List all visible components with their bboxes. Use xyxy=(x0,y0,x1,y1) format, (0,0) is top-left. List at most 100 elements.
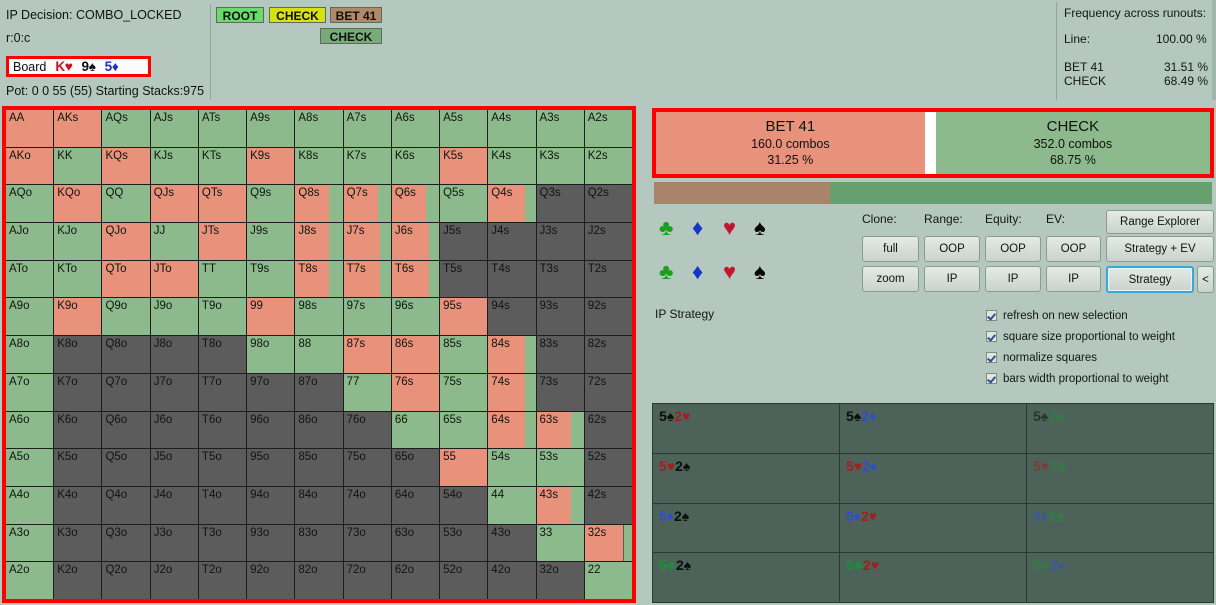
matrix-cell-A3o[interactable]: A3o xyxy=(6,524,54,562)
matrix-cell-T6s[interactable]: T6s xyxy=(391,260,440,298)
matrix-cell-K8o[interactable]: K8o xyxy=(54,336,102,373)
matrix-cell-75s[interactable]: 75s xyxy=(440,373,488,411)
matrix-cell-K6o[interactable]: K6o xyxy=(54,411,102,449)
matrix-cell-88[interactable]: 88 xyxy=(295,336,343,373)
matrix-cell-QTs[interactable]: QTs xyxy=(198,185,247,223)
matrix-cell-63o[interactable]: 63o xyxy=(391,524,440,562)
tree-node-bet-41[interactable]: BET 41 xyxy=(330,7,382,23)
matrix-cell-A8o[interactable]: A8o xyxy=(6,336,54,373)
matrix-cell-Q8o[interactable]: Q8o xyxy=(102,336,150,373)
matrix-cell-J3s[interactable]: J3s xyxy=(536,223,584,260)
matrix-cell-65o[interactable]: 65o xyxy=(391,449,440,486)
matrix-cell-T9s[interactable]: T9s xyxy=(247,260,295,298)
matrix-cell-T5s[interactable]: T5s xyxy=(440,260,488,298)
matrix-cell-QQ[interactable]: QQ xyxy=(102,185,150,223)
matrix-cell-72o[interactable]: 72o xyxy=(343,562,391,599)
matrix-cell-53s[interactable]: 53s xyxy=(536,449,584,486)
matrix-cell-K9o[interactable]: K9o xyxy=(54,298,102,336)
matrix-cell-KJo[interactable]: KJo xyxy=(54,223,102,260)
matrix-cell-95s[interactable]: 95s xyxy=(440,298,488,336)
matrix-cell-84o[interactable]: 84o xyxy=(295,486,343,524)
spade-icon-2[interactable]: ♠ xyxy=(754,260,766,284)
matrix-cell-85s[interactable]: 85s xyxy=(440,336,488,373)
combo-cell-5h2s[interactable]: 5♥2♠ xyxy=(653,453,839,503)
matrix-cell-J8o[interactable]: J8o xyxy=(150,336,198,373)
matrix-cell-T9o[interactable]: T9o xyxy=(198,298,247,336)
matrix-cell-K6s[interactable]: K6s xyxy=(391,147,440,185)
matrix-cell-J9s[interactable]: J9s xyxy=(247,223,295,260)
combo-cell-5h2c[interactable]: 5♥2♣ xyxy=(1027,453,1213,503)
matrix-cell-65s[interactable]: 65s xyxy=(440,411,488,449)
matrix-cell-Q4s[interactable]: Q4s xyxy=(488,185,536,223)
matrix-cell-44[interactable]: 44 xyxy=(488,486,536,524)
button-range-explorer[interactable]: Range Explorer xyxy=(1106,210,1214,234)
matrix-cell-Q7o[interactable]: Q7o xyxy=(102,373,150,411)
matrix-cell-K8s[interactable]: K8s xyxy=(295,147,343,185)
matrix-cell-J4s[interactable]: J4s xyxy=(488,223,536,260)
matrix-cell-KTs[interactable]: KTs xyxy=(198,147,247,185)
diamond-icon[interactable]: ♦ xyxy=(692,216,703,240)
matrix-cell-Q5s[interactable]: Q5s xyxy=(440,185,488,223)
combo-cell-5s2c[interactable]: 5♠2♣ xyxy=(1027,404,1213,453)
matrix-cell-QJs[interactable]: QJs xyxy=(150,185,198,223)
matrix-cell-A7o[interactable]: A7o xyxy=(6,373,54,411)
matrix-cell-54o[interactable]: 54o xyxy=(440,486,488,524)
button-ip[interactable]: IP xyxy=(985,266,1041,292)
matrix-cell-62s[interactable]: 62s xyxy=(584,411,632,449)
hand-matrix-grid[interactable]: AA AKs AQs AJs ATs A9s A8s A7s A6s A5s A4s A3s A2s AK… xyxy=(6,110,632,599)
button-ip[interactable]: IP xyxy=(1046,266,1101,292)
tree-node-root[interactable]: ROOT xyxy=(216,7,264,23)
matrix-cell-74o[interactable]: 74o xyxy=(343,486,391,524)
matrix-cell-63s[interactable]: 63s xyxy=(536,411,584,449)
matrix-cell-83s[interactable]: 83s xyxy=(536,336,584,373)
matrix-cell-55[interactable]: 55 xyxy=(440,449,488,486)
matrix-cell-J7o[interactable]: J7o xyxy=(150,373,198,411)
matrix-cell-83o[interactable]: 83o xyxy=(295,524,343,562)
button-oop[interactable]: OOP xyxy=(985,236,1041,262)
matrix-cell-97o[interactable]: 97o xyxy=(247,373,295,411)
matrix-cell-ATs[interactable]: ATs xyxy=(198,110,247,147)
matrix-cell-T2o[interactable]: T2o xyxy=(198,562,247,599)
checkbox-row-2[interactable]: normalize squares xyxy=(986,350,1097,365)
matrix-cell-A4s[interactable]: A4s xyxy=(488,110,536,147)
combo-detail-grid[interactable]: 5♠2♥ 5♠2♦ 5♠2♣ 5♥2♠ 5♥2♦ 5♥2♣ 5♦2♠ 5♦2♥ 5♦2♣ 5♣2♠… xyxy=(652,403,1214,603)
button-oop[interactable]: OOP xyxy=(924,236,980,262)
matrix-cell-87o[interactable]: 87o xyxy=(295,373,343,411)
matrix-cell-86o[interactable]: 86o xyxy=(295,411,343,449)
matrix-cell-92o[interactable]: 92o xyxy=(247,562,295,599)
matrix-cell-64o[interactable]: 64o xyxy=(391,486,440,524)
matrix-cell-K2s[interactable]: K2s xyxy=(584,147,632,185)
matrix-cell-A8s[interactable]: A8s xyxy=(295,110,343,147)
matrix-cell-KJs[interactable]: KJs xyxy=(150,147,198,185)
matrix-cell-87s[interactable]: 87s xyxy=(343,336,391,373)
checkbox-input[interactable] xyxy=(986,310,997,321)
matrix-cell-JTs[interactable]: JTs xyxy=(198,223,247,260)
matrix-cell-98o[interactable]: 98o xyxy=(247,336,295,373)
matrix-cell-K5s[interactable]: K5s xyxy=(440,147,488,185)
checkbox-input[interactable] xyxy=(986,373,997,384)
matrix-cell-QTo[interactable]: QTo xyxy=(102,260,150,298)
matrix-cell-53o[interactable]: 53o xyxy=(440,524,488,562)
matrix-cell-Q3s[interactable]: Q3s xyxy=(536,185,584,223)
matrix-cell-K2o[interactable]: K2o xyxy=(54,562,102,599)
matrix-cell-33[interactable]: 33 xyxy=(536,524,584,562)
matrix-cell-T8s[interactable]: T8s xyxy=(295,260,343,298)
matrix-cell-42s[interactable]: 42s xyxy=(584,486,632,524)
club-icon-2[interactable]: ♣ xyxy=(659,260,673,284)
matrix-cell-A2o[interactable]: A2o xyxy=(6,562,54,599)
matrix-cell-Q3o[interactable]: Q3o xyxy=(102,524,150,562)
matrix-cell-T2s[interactable]: T2s xyxy=(584,260,632,298)
matrix-cell-Q6s[interactable]: Q6s xyxy=(391,185,440,223)
matrix-cell-52o[interactable]: 52o xyxy=(440,562,488,599)
action-bar-check[interactable]: CHECK 352.0 combos 68.75 % xyxy=(935,112,1210,174)
matrix-cell-J2o[interactable]: J2o xyxy=(150,562,198,599)
matrix-cell-Q6o[interactable]: Q6o xyxy=(102,411,150,449)
matrix-cell-T7s[interactable]: T7s xyxy=(343,260,391,298)
matrix-cell-A2s[interactable]: A2s xyxy=(584,110,632,147)
matrix-cell-AA[interactable]: AA xyxy=(6,110,54,147)
matrix-cell-KK[interactable]: KK xyxy=(54,147,102,185)
matrix-cell-32o[interactable]: 32o xyxy=(536,562,584,599)
matrix-cell-85o[interactable]: 85o xyxy=(295,449,343,486)
combo-cell-5c2h[interactable]: 5♣2♥ xyxy=(840,553,1026,602)
button-strategy[interactable]: Strategy xyxy=(1106,266,1194,293)
